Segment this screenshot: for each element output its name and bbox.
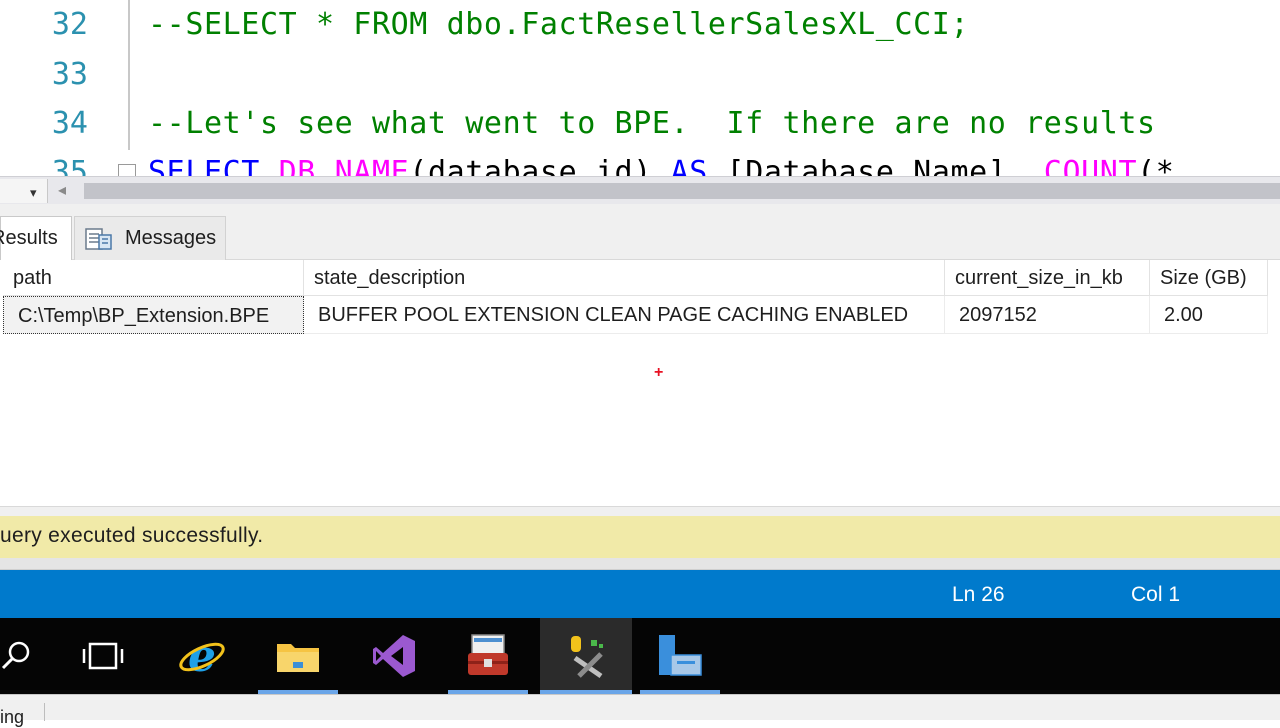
tab-label: Messages [125, 227, 217, 249]
editor-status-bar: Ln 26 Col 1 [0, 570, 1280, 618]
line-number: 35 [51, 155, 88, 176]
query-status-bar: uery executed successfully. [0, 516, 1280, 558]
cursor-line-indicator: Ln 26 [952, 583, 1005, 606]
server-manager-button[interactable] [640, 618, 720, 694]
zoom-dropdown[interactable]: ▾ [0, 179, 48, 203]
grid-cell[interactable]: C:\Temp\BP_Extension.BPE [3, 296, 304, 334]
internet-explorer-button[interactable]: e [162, 618, 242, 694]
line-number: 32 [51, 7, 88, 42]
separator [44, 703, 45, 721]
query-status-text: uery executed successfully. [0, 524, 264, 547]
code-line[interactable]: --SELECT * FROM dbo.FactResellerSalesXL_… [148, 0, 969, 50]
column-header[interactable]: state_description [304, 260, 945, 296]
tab-messages[interactable]: Messages [74, 216, 226, 260]
tab-label: Results [0, 227, 58, 249]
outline-collapse-icon[interactable] [118, 164, 136, 176]
sql-text: [Database Name], [707, 155, 1044, 176]
chevron-down-icon: ▾ [30, 185, 37, 200]
line-number: 34 [51, 106, 88, 141]
sql-keyword: AS [670, 155, 708, 176]
column-header[interactable]: Size (GB) [1150, 260, 1268, 296]
task-view-icon [82, 642, 124, 670]
scroll-left-icon[interactable]: ◂ [58, 180, 66, 200]
line-number-gutter: 32 33 34 35 [0, 0, 120, 176]
server-manager-icon [659, 635, 702, 676]
query-editor[interactable]: 32 33 34 35 --SELECT * FROM dbo.FactRese… [0, 0, 1280, 176]
sql-function: COUNT [1043, 155, 1138, 176]
grid-bottom-border [0, 506, 1280, 516]
sql-tools-icon [571, 636, 603, 679]
grid-cell[interactable]: 2097152 [945, 296, 1150, 334]
task-view-button[interactable] [63, 618, 143, 694]
svg-text:e: e [188, 631, 216, 681]
sql-tools-button[interactable] [540, 618, 632, 694]
results-grid[interactable]: path state_description current_size_in_k… [0, 260, 1280, 506]
editor-margin-divider [128, 0, 130, 150]
background-window-strip: ing [0, 694, 1280, 727]
results-tab-strip: Results Messages [0, 204, 1280, 260]
scrollbar-thumb[interactable] [84, 183, 1280, 199]
sql-keyword: SELECT [148, 155, 260, 176]
search-taskbar-button[interactable] [0, 618, 56, 694]
code-line[interactable]: --Let's see what went to BPE. If there a… [148, 99, 1156, 149]
toolbox-button[interactable] [448, 618, 528, 694]
editor-horizontal-scrollbar[interactable]: ▾ ◂ [0, 176, 1280, 204]
cursor-column-indicator: Col 1 [1131, 583, 1181, 606]
internet-explorer-icon: e [179, 631, 225, 681]
grid-cell[interactable]: 2.00 [1150, 296, 1268, 334]
search-icon [1, 641, 30, 670]
status-divider [0, 558, 1280, 570]
code-line[interactable]: SELECT DB_NAME(database_id) AS [Database… [148, 148, 1174, 176]
grid-cell[interactable]: BUFFER POOL EXTENSION CLEAN PAGE CACHING… [304, 296, 945, 334]
visual-studio-icon [373, 635, 415, 677]
folder-icon [277, 644, 319, 672]
tab-results[interactable]: Results [0, 216, 72, 260]
mouse-cursor-icon: + [654, 364, 664, 381]
sql-function: DB_NAME [259, 155, 410, 176]
sql-text: (database_id) [409, 155, 671, 176]
column-header[interactable]: path [3, 260, 304, 296]
windows-taskbar: e [0, 618, 1280, 694]
file-explorer-button[interactable] [258, 618, 338, 694]
messages-icon [85, 226, 113, 252]
column-header[interactable]: current_size_in_kb [945, 260, 1150, 296]
visual-studio-button[interactable] [354, 618, 434, 694]
sql-text: (* [1137, 155, 1175, 176]
background-window-text: ing [0, 707, 25, 727]
line-number: 33 [51, 57, 88, 92]
toolbox-icon [468, 634, 508, 675]
